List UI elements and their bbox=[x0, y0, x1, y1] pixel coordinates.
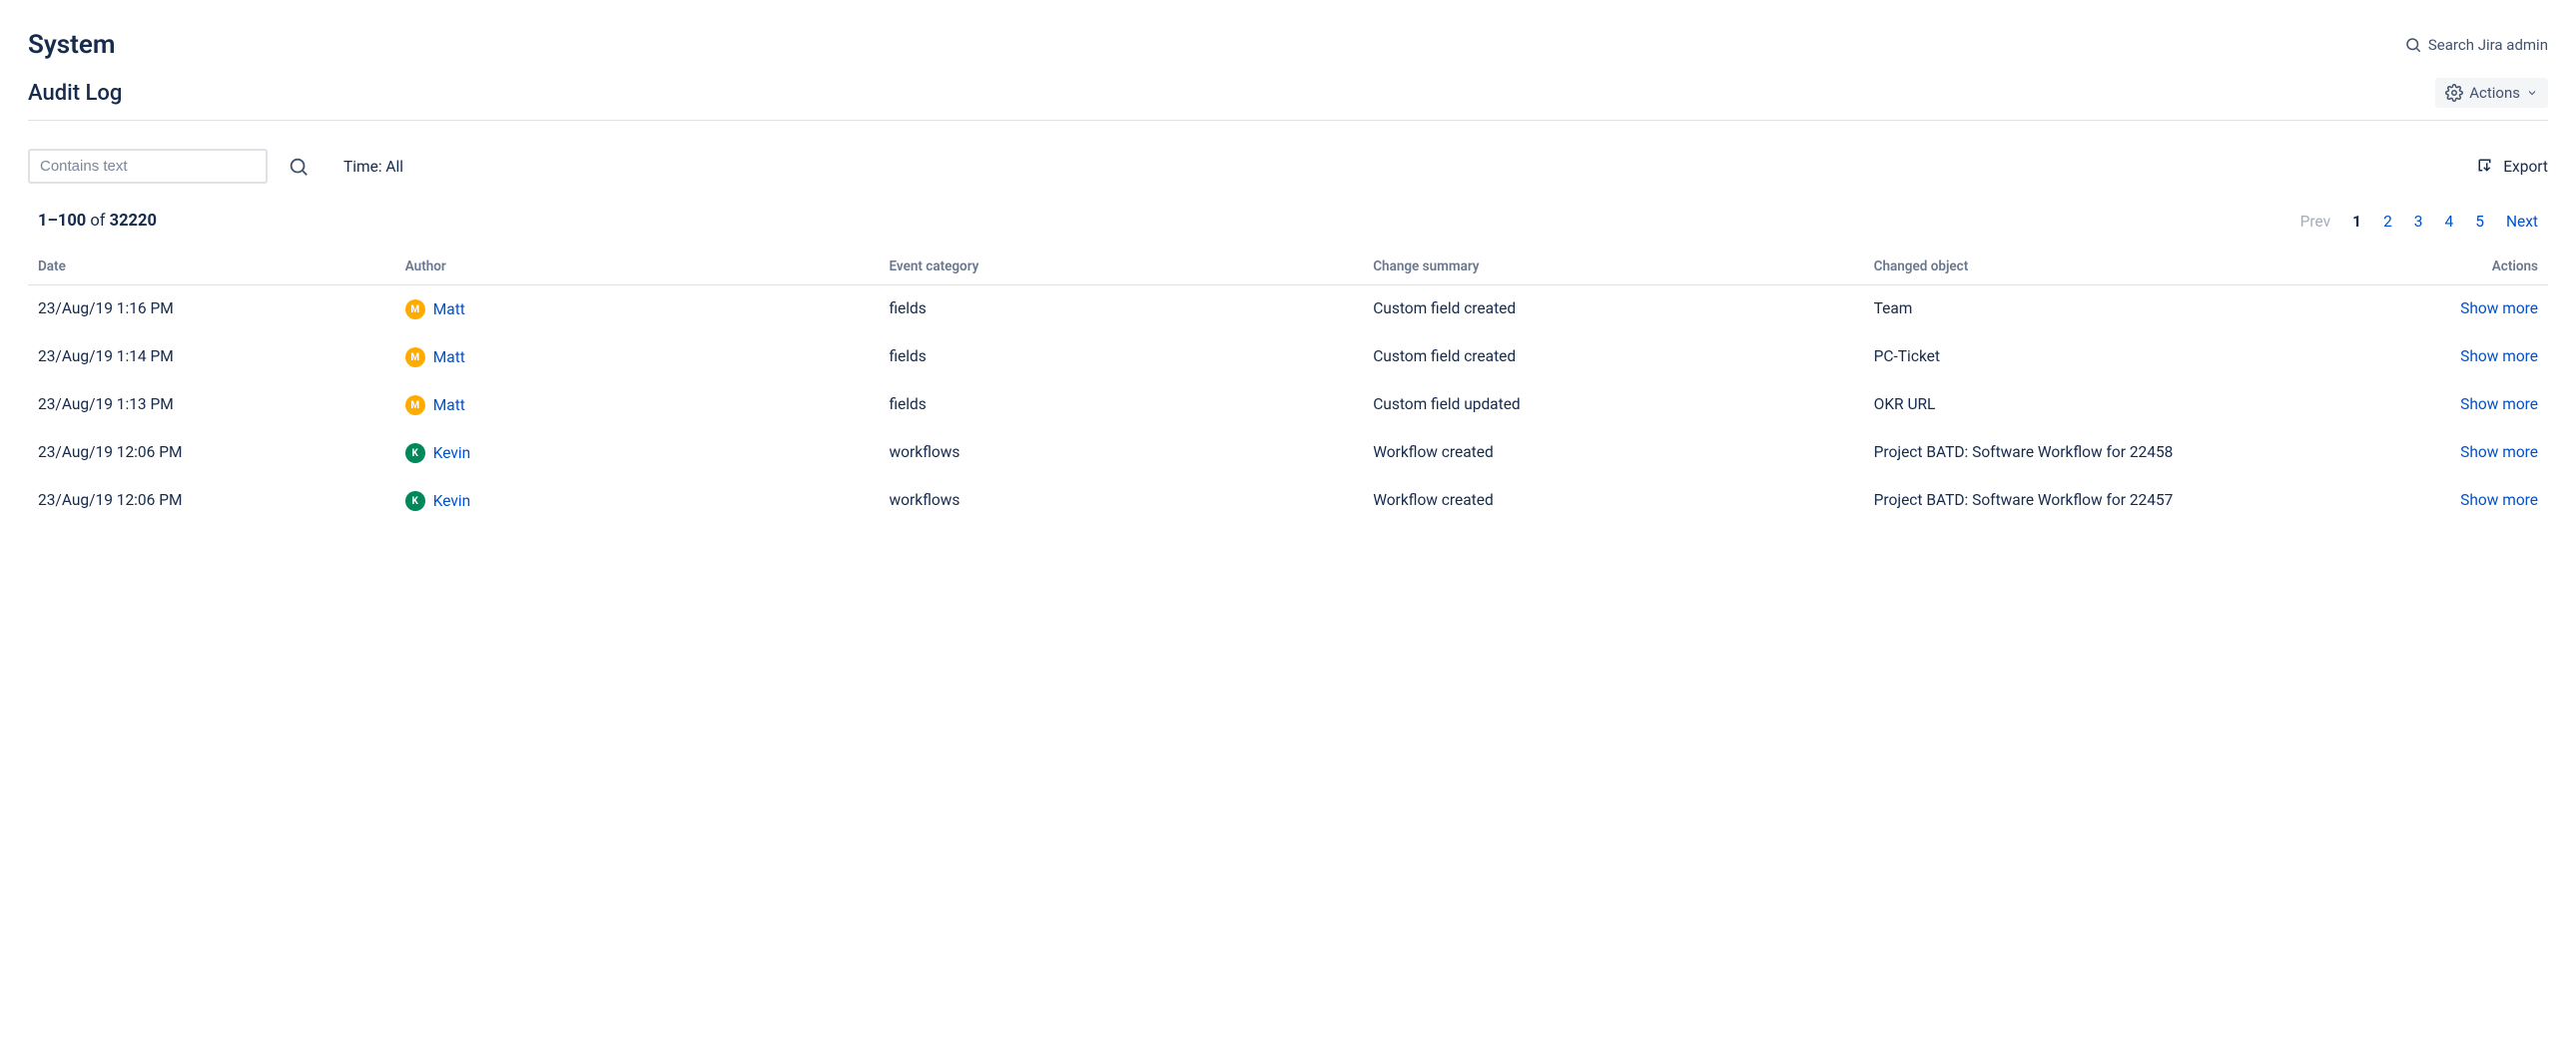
pager-page-2[interactable]: 2 bbox=[2383, 213, 2392, 231]
avatar: K bbox=[405, 491, 425, 511]
author-link[interactable]: Kevin bbox=[433, 492, 471, 510]
table-row: 23/Aug/19 1:16 PM M Matt fieldsCustom field… bbox=[28, 285, 2548, 334]
time-filter[interactable]: Time: All bbox=[329, 158, 403, 176]
show-more-link[interactable]: Show more bbox=[2460, 491, 2538, 509]
cell-object: Team bbox=[1864, 285, 2348, 334]
cell-summary: Custom field created bbox=[1363, 285, 1863, 334]
pager-next[interactable]: Next bbox=[2506, 213, 2538, 231]
cell-date: 23/Aug/19 12:06 PM bbox=[28, 429, 395, 477]
page-title: System bbox=[28, 30, 115, 60]
actions-dropdown[interactable]: Actions bbox=[2435, 78, 2548, 108]
pager-page-4[interactable]: 4 bbox=[2445, 213, 2454, 231]
cell-date: 23/Aug/19 1:13 PM bbox=[28, 381, 395, 429]
cell-author: M Matt bbox=[395, 285, 880, 334]
cell-summary: Workflow created bbox=[1363, 429, 1863, 477]
col-category: Event category bbox=[879, 249, 1363, 285]
results-range: 1–100 bbox=[38, 212, 86, 231]
search-admin-label: Search Jira admin bbox=[2428, 36, 2548, 54]
author-link[interactable]: Kevin bbox=[433, 444, 471, 462]
cell-actions: Show more bbox=[2347, 429, 2548, 477]
avatar: K bbox=[405, 443, 425, 463]
chevron-down-icon bbox=[2526, 87, 2538, 99]
show-more-link[interactable]: Show more bbox=[2460, 299, 2538, 317]
table-row: 23/Aug/19 12:06 PM K Kevin workflowsWorkflo… bbox=[28, 477, 2548, 525]
cell-actions: Show more bbox=[2347, 477, 2548, 525]
pagination: Prev 1 2 3 4 5 Next bbox=[2300, 213, 2538, 231]
cell-author: M Matt bbox=[395, 381, 880, 429]
col-actions: Actions bbox=[2347, 249, 2548, 285]
cell-object: Project BATD: Software Workflow for 2245… bbox=[1864, 477, 2348, 525]
cell-summary: Workflow created bbox=[1363, 477, 1863, 525]
col-date: Date bbox=[28, 249, 395, 285]
show-more-link[interactable]: Show more bbox=[2460, 395, 2538, 413]
show-more-link[interactable]: Show more bbox=[2460, 347, 2538, 365]
cell-object: PC-Ticket bbox=[1864, 333, 2348, 381]
author-link[interactable]: Matt bbox=[433, 300, 465, 318]
results-total: 32220 bbox=[110, 212, 157, 231]
cell-category: workflows bbox=[879, 477, 1363, 525]
avatar: M bbox=[405, 347, 425, 367]
table-row: 23/Aug/19 1:14 PM M Matt fieldsCustom field… bbox=[28, 333, 2548, 381]
table-row: 23/Aug/19 12:06 PM K Kevin workflowsWorkflo… bbox=[28, 429, 2548, 477]
author-link[interactable]: Matt bbox=[433, 396, 465, 414]
results-count: 1–100 of 32220 bbox=[38, 212, 157, 231]
contains-text-input[interactable] bbox=[28, 149, 268, 184]
table-row: 23/Aug/19 1:13 PM M Matt fieldsCustom field… bbox=[28, 381, 2548, 429]
cell-actions: Show more bbox=[2347, 333, 2548, 381]
cell-author: K Kevin bbox=[395, 429, 880, 477]
col-summary: Change summary bbox=[1363, 249, 1863, 285]
cell-summary: Custom field updated bbox=[1363, 381, 1863, 429]
col-author: Author bbox=[395, 249, 880, 285]
pager-page-3[interactable]: 3 bbox=[2414, 213, 2423, 231]
cell-date: 23/Aug/19 1:14 PM bbox=[28, 333, 395, 381]
cell-object: OKR URL bbox=[1864, 381, 2348, 429]
search-icon bbox=[2404, 36, 2422, 54]
avatar: M bbox=[405, 299, 425, 319]
pager-page-5[interactable]: 5 bbox=[2475, 213, 2484, 231]
cell-date: 23/Aug/19 1:16 PM bbox=[28, 285, 395, 334]
actions-label: Actions bbox=[2469, 84, 2520, 102]
search-button[interactable] bbox=[288, 156, 310, 178]
cell-object: Project BATD: Software Workflow for 2245… bbox=[1864, 429, 2348, 477]
export-label: Export bbox=[2503, 158, 2548, 176]
cell-author: M Matt bbox=[395, 333, 880, 381]
pager-page-1: 1 bbox=[2352, 213, 2361, 231]
cell-summary: Custom field created bbox=[1363, 333, 1863, 381]
export-icon bbox=[2477, 158, 2495, 176]
section-title: Audit Log bbox=[28, 81, 122, 106]
author-link[interactable]: Matt bbox=[433, 348, 465, 366]
gear-icon bbox=[2445, 84, 2463, 102]
search-icon bbox=[288, 156, 310, 178]
cell-date: 23/Aug/19 12:06 PM bbox=[28, 477, 395, 525]
cell-actions: Show more bbox=[2347, 285, 2548, 334]
show-more-link[interactable]: Show more bbox=[2460, 443, 2538, 461]
cell-category: fields bbox=[879, 381, 1363, 429]
cell-author: K Kevin bbox=[395, 477, 880, 525]
results-of: of bbox=[90, 212, 105, 231]
export-button[interactable]: Export bbox=[2477, 158, 2548, 176]
col-object: Changed object bbox=[1864, 249, 2348, 285]
cell-actions: Show more bbox=[2347, 381, 2548, 429]
audit-log-table: Date Author Event category Change summar… bbox=[28, 249, 2548, 525]
search-jira-admin[interactable]: Search Jira admin bbox=[2404, 36, 2548, 54]
cell-category: fields bbox=[879, 285, 1363, 334]
pager-prev: Prev bbox=[2300, 213, 2331, 231]
avatar: M bbox=[405, 395, 425, 415]
cell-category: workflows bbox=[879, 429, 1363, 477]
cell-category: fields bbox=[879, 333, 1363, 381]
